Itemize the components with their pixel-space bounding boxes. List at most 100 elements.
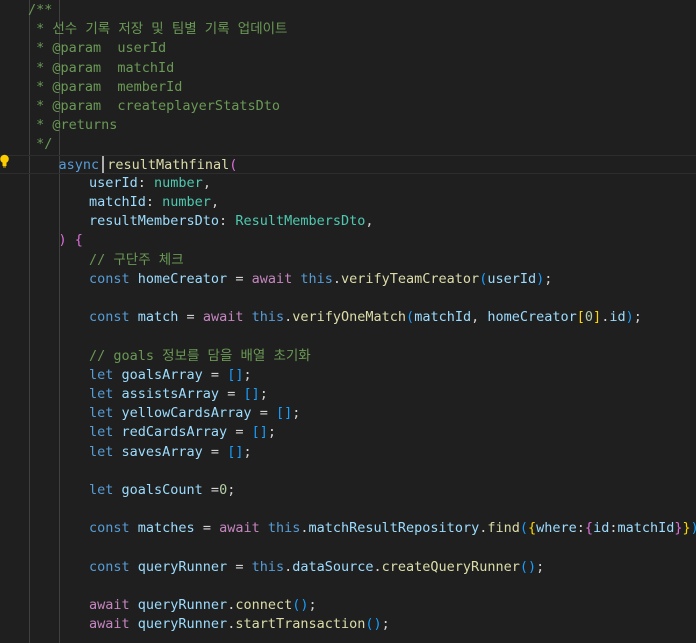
code-token: homeCreator <box>137 270 228 287</box>
code-token: ] <box>284 405 293 422</box>
code-line[interactable]: * @param createplayerStatsDto <box>0 97 696 116</box>
code-line[interactable]: * 선수 기록 저장 및 팀별 기록 업데이트 <box>0 20 696 39</box>
code-token: this <box>300 270 333 287</box>
code-token: number <box>154 174 203 191</box>
code-token: ; <box>381 616 390 633</box>
code-token: let <box>89 366 122 383</box>
code-token: [ <box>243 386 252 402</box>
code-line[interactable]: let yellowCardsArray = []; <box>0 404 696 423</box>
code-token: ; <box>536 558 545 575</box>
code-line[interactable] <box>0 577 696 596</box>
code-token: id <box>593 520 610 537</box>
lightbulb-icon[interactable] <box>0 154 9 168</box>
code-token: ; <box>243 443 252 460</box>
code-token: , <box>365 213 374 230</box>
code-line[interactable]: matchId: number, <box>0 193 696 212</box>
code-line[interactable] <box>0 635 696 643</box>
code-token: ] <box>251 386 260 402</box>
code-token: resultMathfinal <box>107 156 230 173</box>
code-line[interactable]: let goalsCount =0; <box>0 481 696 500</box>
code-token: = <box>202 443 228 460</box>
code-token: await <box>89 616 138 633</box>
code-line[interactable]: * @returns <box>0 116 696 135</box>
code-line[interactable]: async resultMathfinal( <box>0 154 696 174</box>
code-token: : <box>576 520 585 537</box>
code-token: ) <box>58 232 67 249</box>
code-line[interactable]: await queryRunner.connect(); <box>0 596 696 615</box>
code-token: [ <box>275 405 285 422</box>
code-line[interactable]: let assistsArray = []; <box>0 385 696 404</box>
code-token: let <box>89 443 122 460</box>
code-token: ; <box>544 270 553 287</box>
code-line[interactable]: await queryRunner.startTransaction(); <box>0 615 696 634</box>
code-token: : <box>137 174 155 191</box>
code-token: match <box>137 309 179 326</box>
code-line[interactable] <box>0 462 696 481</box>
code-token: * @param createplayerStatsDto <box>28 98 280 114</box>
code-token: = <box>178 309 203 326</box>
code-token: { <box>74 232 83 249</box>
code-token: goalsCount <box>121 482 203 498</box>
code-token: createQueryRunner <box>381 558 520 575</box>
code-token: where <box>536 520 577 537</box>
code-token: . <box>284 558 293 575</box>
code-token: = <box>227 270 252 287</box>
code-line[interactable]: let redCardsArray = []; <box>0 423 696 442</box>
code-token: * @returns <box>28 117 118 134</box>
code-token: let <box>89 405 122 422</box>
code-token: ( <box>406 309 415 326</box>
code-editor[interactable]: /** * 선수 기록 저장 및 팀별 기록 업데이트 * @param use… <box>0 0 696 643</box>
code-token: = <box>194 520 220 537</box>
code-token: ( <box>519 520 528 537</box>
code-token: redCardsArray <box>121 424 228 441</box>
code-line[interactable] <box>0 327 696 346</box>
code-line[interactable] <box>0 539 696 558</box>
code-line[interactable]: */ <box>0 135 696 154</box>
code-line[interactable]: ) { <box>0 231 696 250</box>
code-line[interactable]: const match = await this.verifyOneMatch(… <box>0 308 696 327</box>
code-token: = <box>219 386 244 402</box>
code-line[interactable]: // goals 정보를 담을 배열 초기화 <box>0 347 696 366</box>
code-line[interactable]: const homeCreator = await this.verifyTea… <box>0 270 696 289</box>
code-line[interactable]: userId: number, <box>0 174 696 193</box>
code-token: // 구단주 체크 <box>89 251 184 268</box>
code-token: this <box>251 558 285 575</box>
code-token: ; <box>227 482 236 498</box>
code-token: homeCreator <box>487 309 577 326</box>
code-token: . <box>300 520 309 537</box>
code-line[interactable]: const queryRunner = this.dataSource.crea… <box>0 558 696 577</box>
code-token: savesArray <box>121 443 203 460</box>
code-line[interactable]: const matches = await this.matchResultRe… <box>0 519 696 538</box>
code-token: */ <box>28 136 53 153</box>
code-token: async <box>58 156 108 173</box>
code-line[interactable] <box>0 289 696 308</box>
code-token: ] <box>259 424 268 441</box>
code-token: matches <box>137 520 195 537</box>
code-line[interactable]: let savesArray = []; <box>0 443 696 462</box>
code-line[interactable]: * @param userId <box>0 39 696 58</box>
code-line[interactable] <box>0 500 696 519</box>
code-token: this <box>267 520 301 537</box>
code-line[interactable]: resultMembersDto: ResultMembersDto, <box>0 212 696 231</box>
code-token: ; <box>292 405 301 422</box>
code-token: } <box>674 520 683 537</box>
code-token: ) <box>373 616 382 633</box>
code-token: queryRunner <box>137 616 228 633</box>
code-line[interactable]: // 구단주 체크 <box>0 251 696 270</box>
code-line[interactable]: * @param matchId <box>0 59 696 78</box>
code-token: [ <box>576 309 585 326</box>
code-token: matchResultRepository <box>308 520 480 537</box>
code-token: ) <box>300 597 309 614</box>
code-line[interactable]: /** <box>0 1 696 20</box>
code-token: ( <box>519 558 528 575</box>
code-token: * @param memberId <box>28 78 183 95</box>
code-token: : <box>145 194 163 210</box>
code-token: { <box>528 520 537 537</box>
code-token: goalsArray <box>121 366 203 383</box>
text-cursor <box>102 155 104 173</box>
code-line[interactable]: let goalsArray = []; <box>0 366 696 385</box>
code-token: number <box>162 194 211 210</box>
code-token: 0 <box>584 309 594 326</box>
code-line[interactable]: * @param memberId <box>0 78 696 97</box>
